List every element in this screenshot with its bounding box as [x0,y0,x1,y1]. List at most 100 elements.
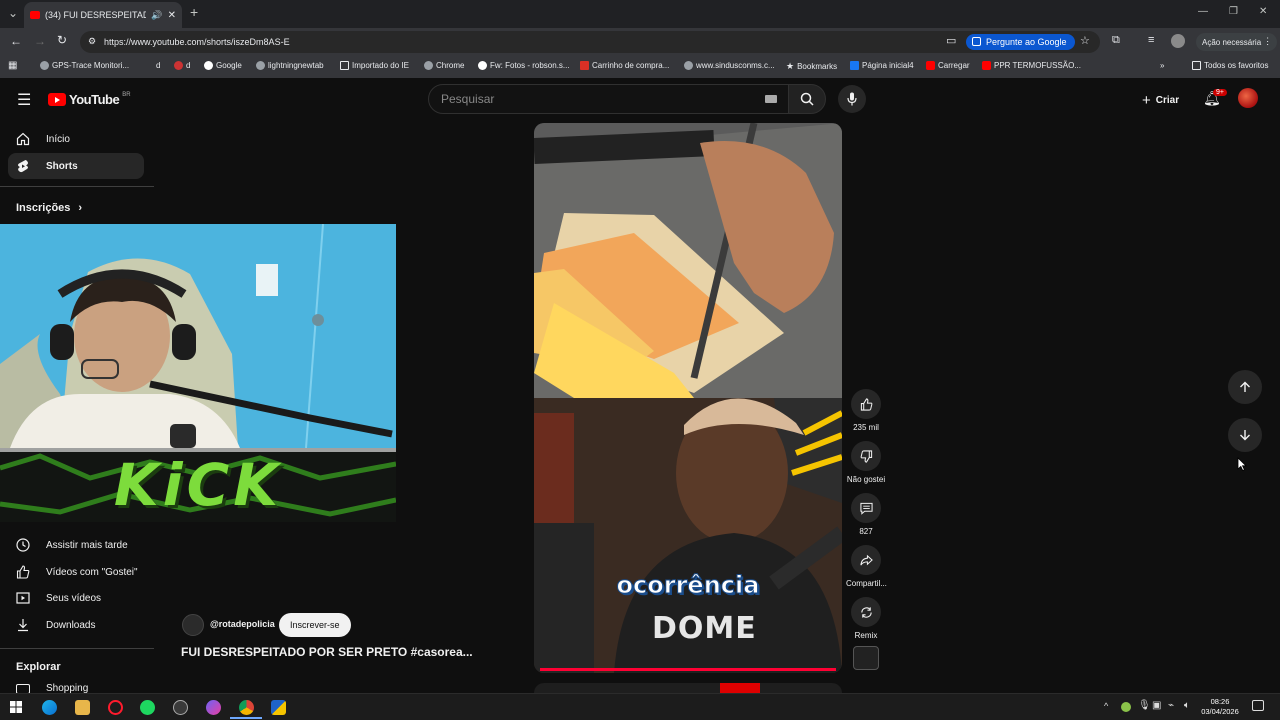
minimize-button[interactable]: — [1198,6,1208,17]
bookmark-favicon-icon [256,61,265,70]
cart-favicon-icon [580,61,589,70]
sidebar-item-watch-later[interactable]: Assistir mais tarde [8,532,144,558]
bookmark-item[interactable]: lightningnewtab [256,61,324,70]
short-title[interactable]: FUI DESRESPEITADO POR SER PRETO #casorea… [181,645,473,659]
bookmark-item[interactable]: ★ Bookmarks [786,61,837,72]
action-needed-button[interactable]: Ação necessária ⋮ [1196,33,1278,51]
bookmark-item[interactable]: GPS-Trace Monitori... [40,61,129,70]
media-controls-icon[interactable]: ≡ [1148,34,1154,46]
audio-source-thumbnail[interactable] [853,646,879,670]
bookmark-item[interactable]: Página inicial4 [850,61,914,70]
tab-audio-icon[interactable]: 🔊 [151,10,162,21]
reload-icon[interactable]: ↻ [57,33,67,47]
tray-volume-icon[interactable]: 🔈︎ [1184,700,1190,711]
sidebar-subscriptions-heading[interactable]: Inscrições › [16,202,82,214]
sidebar-divider [0,648,154,649]
tray-overflow-icon[interactable]: ^ [1104,701,1108,711]
voice-search-button[interactable] [838,85,866,113]
taskbar-clock[interactable]: 08:26 03/04/2026 [1200,697,1240,717]
sidebar-item-shopping[interactable]: Shopping [8,680,144,694]
messenger-icon[interactable] [206,700,221,715]
channel-avatar[interactable] [182,614,204,636]
active-app-indicator [230,717,262,719]
like-button[interactable]: 235 mil [846,389,886,432]
bookmark-item[interactable]: Importado do IE [340,61,409,70]
all-bookmarks-button[interactable]: Todos os favoritos [1192,61,1268,70]
sidebar-item-label: Início [46,133,70,145]
forward-icon[interactable]: → [34,34,46,48]
app-icon[interactable] [271,700,286,715]
youtube-logo[interactable]: YouTube BR [48,92,131,107]
bookmark-item[interactable]: Fw: Fotos - robson.s... [478,61,570,70]
tab-search-icon[interactable]: ⌄ [8,6,18,20]
dislike-button[interactable]: Não gostei [846,441,886,484]
sidebar-item-your-videos[interactable]: Seus vídeos [8,585,144,611]
sidebar-item-shorts[interactable]: Shorts [8,153,144,179]
tray-microphone-icon[interactable]: 🎙︎ [1138,700,1151,711]
profile-avatar[interactable] [1171,34,1185,48]
extensions-icon[interactable]: ⧉ [1112,34,1120,47]
clock-date: 03/04/2026 [1201,707,1239,716]
close-window-button[interactable]: ✕ [1259,6,1267,17]
bookmark-item[interactable]: Google [204,61,242,70]
apps-grid-icon[interactable]: ▦ [8,60,17,71]
tray-network-icon[interactable]: ⌁ [1168,700,1174,711]
chrome-icon[interactable] [239,700,254,715]
bookmark-label: PPR TERMOFUSSÃO... [994,61,1081,70]
back-icon[interactable]: ← [10,34,22,48]
share-button[interactable]: Compartil... [846,545,887,588]
keyboard-icon[interactable] [765,95,777,103]
windows-taskbar: ^ 🎙︎ ▣ ⌁ 🔈︎ 08:26 03/04/2026 [0,693,1280,720]
bookmark-item[interactable]: d [156,61,160,70]
spotify-icon[interactable] [140,700,155,715]
user-avatar[interactable] [1238,88,1258,108]
bookmark-star-icon[interactable]: ☆ [1080,34,1090,47]
remix-button[interactable]: Remix [846,597,886,640]
bookmark-item[interactable]: www.sindusconms.c... [684,61,775,70]
windows-start-icon[interactable] [10,701,22,713]
folder-icon [340,61,349,70]
previous-short-button[interactable] [1228,370,1262,404]
sidebar-explore-heading: Explorar [16,661,61,673]
edge-icon[interactable] [42,700,57,715]
restore-button[interactable]: ❐ [1229,6,1238,17]
bookmark-label: lightningnewtab [268,61,324,70]
bookmark-item[interactable]: d [174,61,190,70]
bookmark-item[interactable]: Chrome [424,61,464,70]
bookmark-item[interactable]: PPR TERMOFUSSÃO... [982,61,1081,70]
video-caption: ocorrência [616,571,760,600]
tray-display-icon[interactable]: ▣ [1152,700,1161,711]
search-button[interactable] [788,84,826,114]
site-info-icon[interactable]: ⚙ [88,36,96,47]
subscribe-button[interactable]: Inscrever-se [279,613,351,637]
tab-close-icon[interactable]: ✕ [168,10,176,21]
opera-icon[interactable] [108,700,123,715]
next-short-button[interactable] [1228,418,1262,452]
bookmarks-overflow-icon[interactable]: » [1160,61,1164,70]
new-tab-button[interactable]: + [190,4,198,20]
bookmark-item[interactable]: Carregar [926,61,970,70]
like-count: 235 mil [853,423,879,432]
file-explorer-icon[interactable] [75,700,90,715]
channel-name-link[interactable]: @rotadepolicia [210,619,275,629]
sidebar-item-home[interactable]: Início [8,126,144,152]
sidebar-item-liked-videos[interactable]: Vídeos com "Gostei" [8,559,144,585]
bookmark-item[interactable]: Carrinho de compra... [580,61,669,70]
google-favicon-icon [478,61,487,70]
ask-google-button[interactable]: Pergunte ao Google [966,34,1075,50]
notification-center-icon[interactable] [1252,700,1264,711]
search-input[interactable]: Pesquisar [428,84,790,114]
app-icon[interactable] [173,700,188,715]
tray-app-icon[interactable] [1121,702,1131,712]
search-placeholder: Pesquisar [441,92,495,106]
short-video-player[interactable]: ocorrência DOME [534,123,842,673]
next-short-preview[interactable] [534,683,842,693]
hamburger-menu-icon[interactable]: ☰ [17,90,31,110]
create-button[interactable]: + Criar [1142,92,1179,109]
sidebar-item-downloads[interactable]: Downloads [8,612,144,638]
browser-tab[interactable]: (34) FUI DESRESPEITADO P 🔊 ✕ [24,2,182,28]
comments-button[interactable]: 827 [846,493,886,536]
tab-title: (34) FUI DESRESPEITADO P [45,10,147,20]
bookmark-label: Bookmarks [797,62,838,71]
cast-icon[interactable]: ▭ [946,34,956,47]
